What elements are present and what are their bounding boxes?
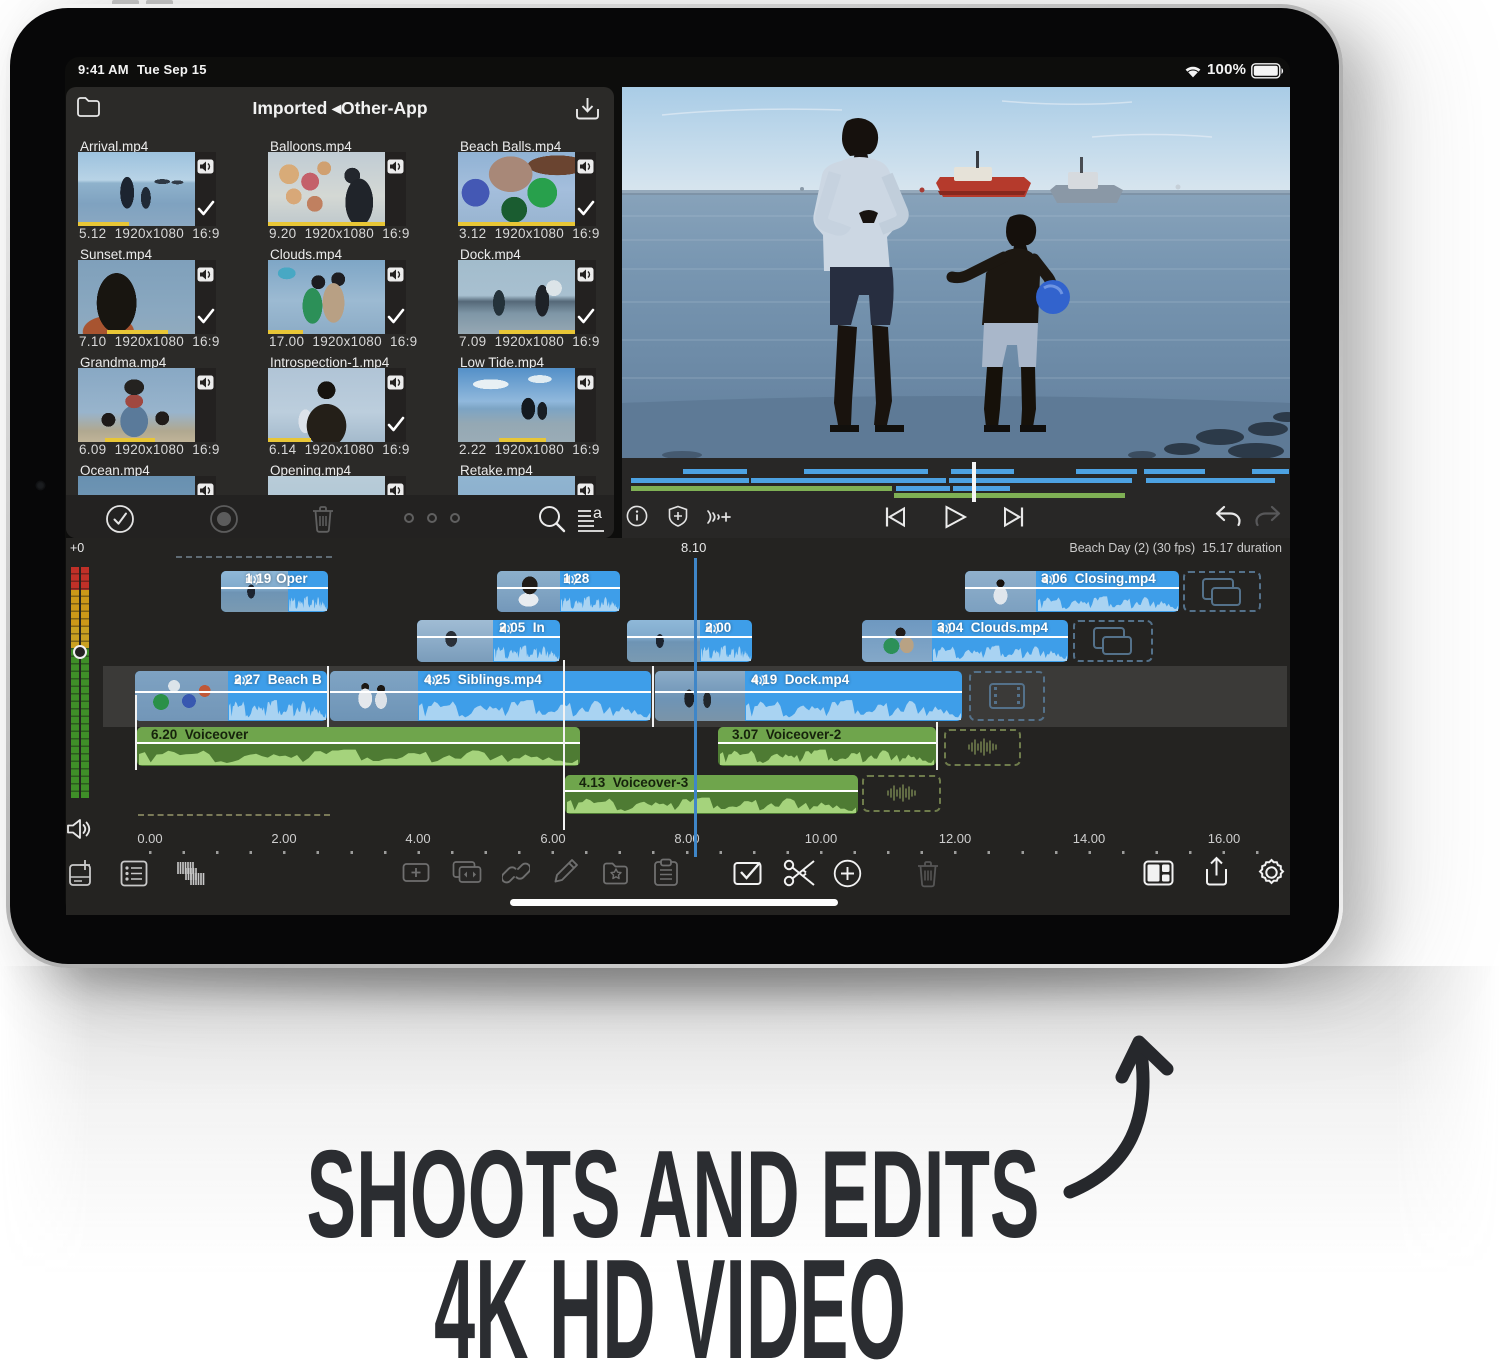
svg-text:a: a bbox=[593, 505, 602, 522]
